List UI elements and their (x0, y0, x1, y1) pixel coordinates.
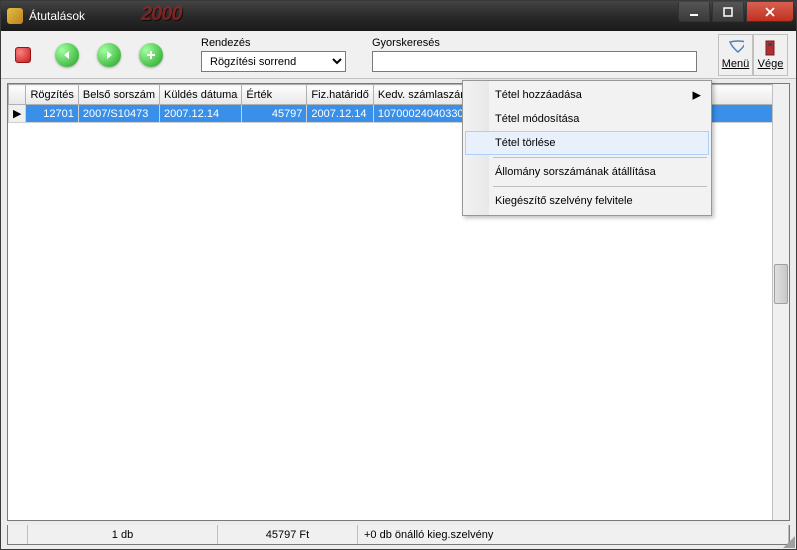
row-indicator-icon: ▶ (9, 105, 26, 123)
col-ertek[interactable]: Érték (242, 85, 307, 105)
menu-item-add[interactable]: Tétel hozzáadása ▶ (465, 83, 709, 107)
vege-button[interactable]: Vége (753, 34, 788, 76)
gyorskereses-input[interactable] (372, 51, 697, 72)
titlebar: Átutalások 2000 (1, 1, 796, 31)
vertical-scrollbar[interactable] (772, 84, 789, 520)
minimize-button[interactable] (678, 2, 710, 22)
rendezes-select[interactable]: Rögzítési sorrend (201, 51, 346, 72)
toolbar: Rendezés Rögzítési sorrend Gyorskeresés … (1, 31, 796, 79)
menu-separator (493, 186, 707, 187)
maximize-button[interactable] (712, 2, 744, 22)
add-button[interactable] (139, 43, 163, 67)
context-menu: Tétel hozzáadása ▶ Tétel módosítása Téte… (462, 80, 712, 216)
menu-button[interactable]: Menü (718, 34, 753, 76)
row-indicator-header (9, 85, 26, 105)
app-icon (7, 8, 23, 24)
col-kuldes[interactable]: Küldés dátuma (160, 85, 242, 105)
status-count: 1 db (28, 525, 218, 544)
col-belso[interactable]: Belső sorszám (78, 85, 159, 105)
rendezes-label: Rendezés (201, 37, 346, 49)
bg-watermark: 2000 (141, 3, 182, 26)
next-button[interactable] (97, 43, 121, 67)
exit-icon (763, 40, 779, 56)
window-title: Átutalások (29, 9, 85, 23)
col-fizh[interactable]: Fiz.határidő (307, 85, 373, 105)
menu-icon (728, 40, 744, 56)
scrollbar-thumb[interactable] (774, 264, 788, 304)
menu-item-delete[interactable]: Tétel törlése (465, 131, 709, 155)
submenu-arrow-icon: ▶ (693, 89, 701, 102)
resize-grip[interactable] (781, 534, 795, 548)
gyorskereses-label: Gyorskeresés (372, 37, 697, 49)
stop-button[interactable] (15, 47, 31, 63)
col-kedv[interactable]: Kedv. számlaszám (373, 85, 474, 105)
col-rogzites[interactable]: Rögzítés (26, 85, 78, 105)
status-extra: +0 db önálló kieg.szelvény (358, 525, 789, 544)
menu-item-kieg[interactable]: Kiegészítő szelvény felvitele (465, 189, 709, 213)
menu-item-edit[interactable]: Tétel módosítása (465, 107, 709, 131)
prev-button[interactable] (55, 43, 79, 67)
close-button[interactable] (746, 2, 794, 22)
menu-separator (493, 157, 707, 158)
status-sum: 45797 Ft (218, 525, 358, 544)
menu-item-renumber[interactable]: Állomány sorszámának átállítása (465, 160, 709, 184)
statusbar: 1 db 45797 Ft +0 db önálló kieg.szelvény (7, 525, 790, 545)
